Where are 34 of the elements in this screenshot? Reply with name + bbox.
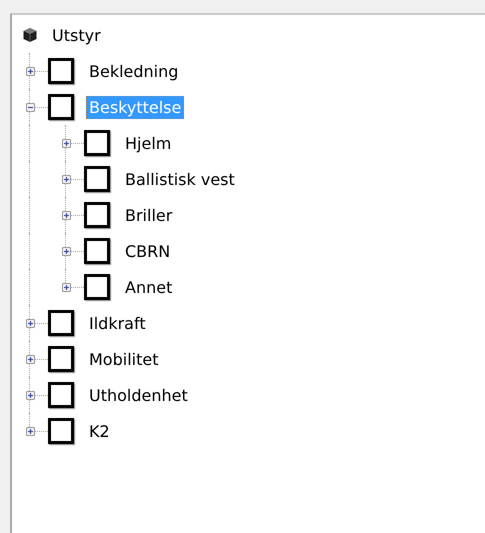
checkbox[interactable] (84, 202, 110, 228)
checkbox[interactable] (84, 130, 110, 156)
tree-item[interactable]: Mobilitet (86, 348, 162, 370)
tree-item[interactable]: Briller (122, 204, 176, 226)
expand-icon[interactable] (62, 174, 70, 184)
checkbox[interactable] (84, 166, 110, 192)
cube-icon (22, 27, 38, 43)
expand-icon[interactable] (26, 354, 34, 364)
tree-item[interactable]: K2 (86, 420, 113, 442)
checkbox[interactable] (48, 346, 74, 372)
tree-item[interactable]: Ballistisk vest (122, 168, 238, 190)
checkbox[interactable] (48, 310, 74, 336)
checkbox[interactable] (48, 382, 74, 408)
checkbox[interactable] (48, 418, 74, 444)
tree-item[interactable]: Hjelm (122, 132, 174, 154)
checkbox[interactable] (48, 58, 74, 84)
checkbox[interactable] (84, 238, 110, 264)
tree-item[interactable]: CBRN (122, 240, 174, 262)
tree-root-label[interactable]: Utstyr (52, 26, 101, 44)
tree-item[interactable]: Annet (122, 276, 176, 298)
expand-icon[interactable] (62, 138, 70, 148)
collapse-icon[interactable] (26, 102, 34, 112)
checkbox[interactable] (84, 274, 110, 300)
expand-icon[interactable] (26, 66, 34, 76)
expand-icon[interactable] (26, 390, 34, 400)
tree-item[interactable]: Ildkraft (86, 312, 149, 334)
expand-icon[interactable] (62, 246, 70, 256)
expand-icon[interactable] (62, 210, 70, 220)
expand-icon[interactable] (26, 426, 34, 436)
tree-item[interactable]: Utholdenhet (86, 384, 191, 406)
checkbox[interactable] (48, 94, 74, 120)
expand-icon[interactable] (62, 282, 70, 292)
tree-item[interactable]: Bekledning (86, 60, 182, 82)
expand-icon[interactable] (26, 318, 34, 328)
